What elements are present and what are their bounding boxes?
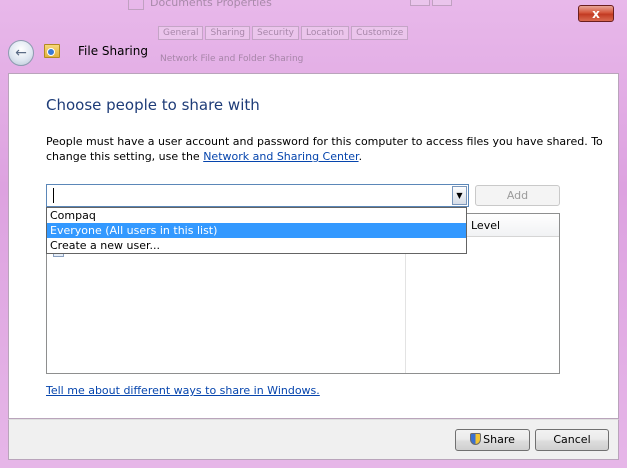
cancel-button[interactable]: Cancel xyxy=(535,429,609,451)
user-dropdown-list: Compaq Everyone (All users in this list)… xyxy=(46,207,467,254)
background-tab: Security xyxy=(252,26,299,40)
background-tab: General xyxy=(158,26,204,40)
dropdown-option-compaq[interactable]: Compaq xyxy=(47,208,466,223)
shield-icon xyxy=(470,433,482,445)
window-frame: Documents Properties General Sharing Secur… xyxy=(0,0,627,468)
info-text: People must have a user account and pass… xyxy=(46,134,606,164)
content-area: Choose people to share with People must … xyxy=(8,73,619,419)
button-bar: Share Cancel xyxy=(8,419,619,460)
network-sharing-center-link[interactable]: Network and Sharing Center xyxy=(203,150,358,163)
close-icon: x xyxy=(592,7,600,21)
background-tab: Customize xyxy=(351,26,409,40)
text-caret xyxy=(53,188,54,203)
close-button[interactable]: x xyxy=(578,5,614,22)
background-minimize-icon xyxy=(410,0,430,6)
background-tabs: General Sharing Security Location Customize xyxy=(158,26,410,40)
help-link[interactable]: Tell me about different ways to share in… xyxy=(46,384,320,397)
column-header-level[interactable]: Level xyxy=(471,219,500,232)
dropdown-option-everyone[interactable]: Everyone (All users in this list) xyxy=(47,223,466,238)
share-button[interactable]: Share xyxy=(455,429,530,451)
background-tab: Sharing xyxy=(205,26,251,40)
window-title: File Sharing xyxy=(78,44,148,58)
user-name-input[interactable] xyxy=(49,187,455,204)
background-tab: Location xyxy=(301,26,350,40)
page-heading: Choose people to share with xyxy=(46,96,260,114)
dropdown-option-create-user[interactable]: Create a new user... xyxy=(47,238,466,253)
info-text-end: . xyxy=(358,150,363,163)
background-window: Documents Properties General Sharing Secur… xyxy=(120,0,500,70)
dropdown-arrow-button[interactable]: ▼ xyxy=(452,186,467,205)
chevron-down-icon: ▼ xyxy=(456,191,463,200)
user-combobox[interactable]: ▼ xyxy=(46,184,469,207)
add-button[interactable]: Add xyxy=(475,185,560,206)
back-arrow-icon: ← xyxy=(15,45,27,61)
background-maximize-icon xyxy=(432,0,452,6)
back-button[interactable]: ← xyxy=(8,40,34,66)
background-window-icon xyxy=(128,0,144,10)
share-button-label: Share xyxy=(483,433,515,446)
file-sharing-icon xyxy=(44,44,60,58)
background-subtitle: Network File and Folder Sharing xyxy=(160,54,304,64)
background-window-title: Documents Properties xyxy=(150,0,272,9)
